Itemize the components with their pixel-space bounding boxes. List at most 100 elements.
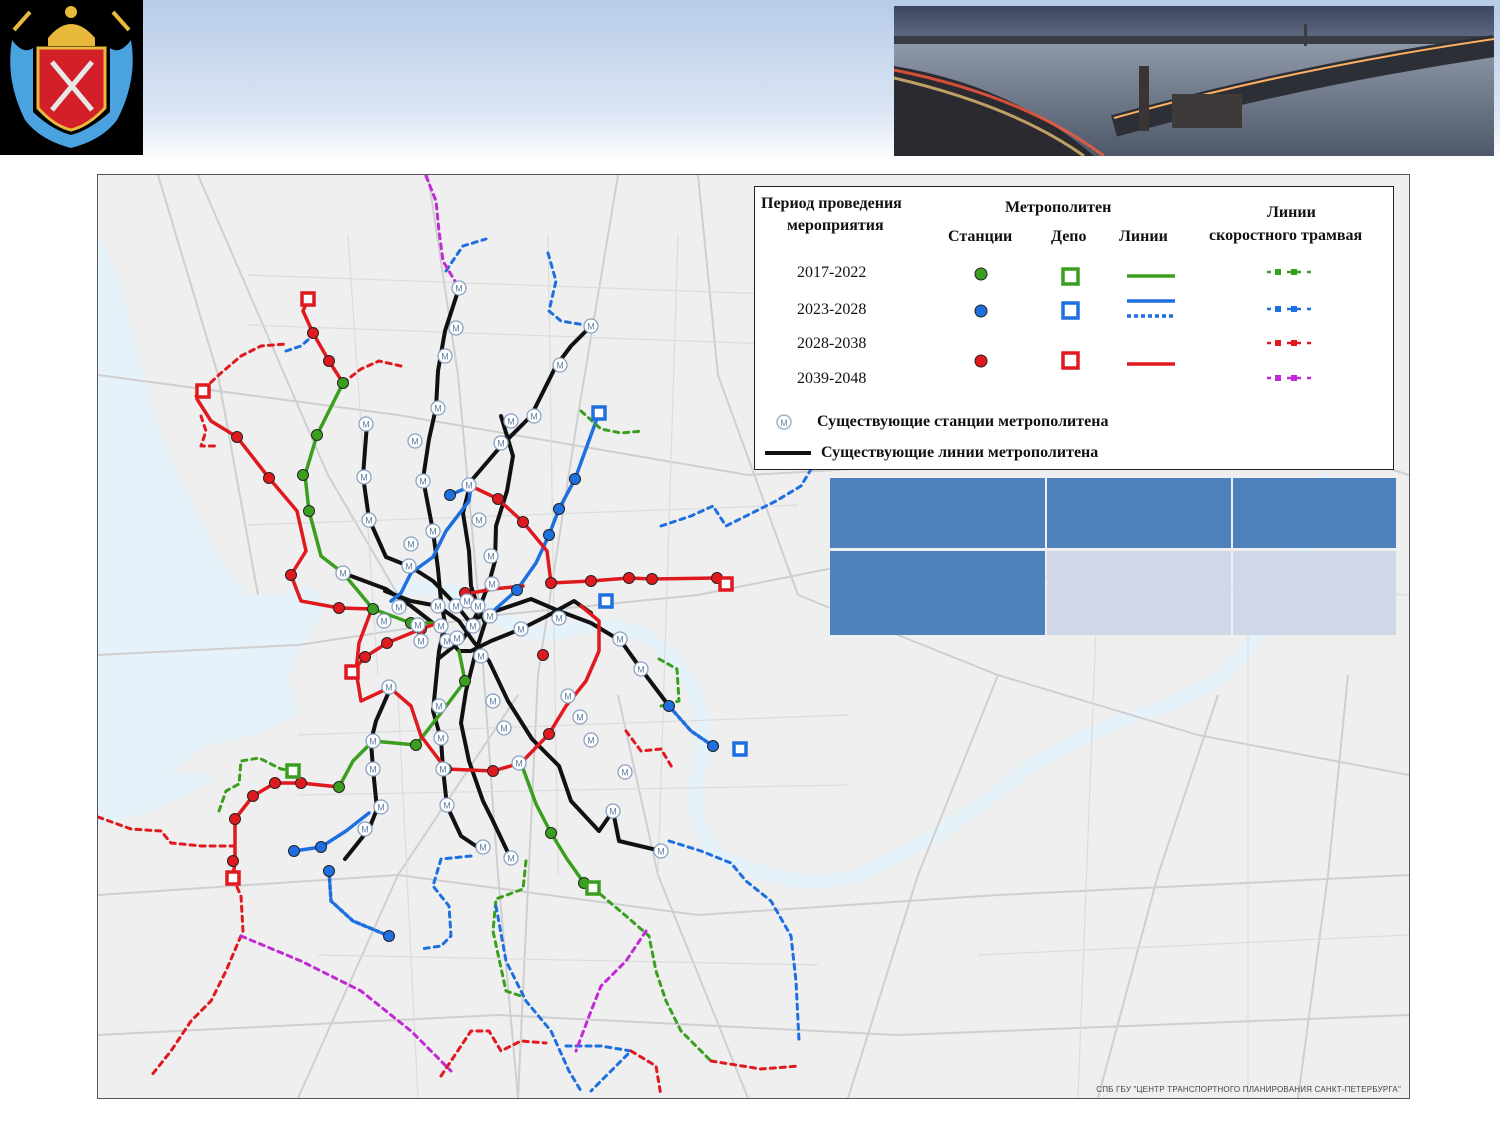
tram-2017-sample [1267, 269, 1315, 275]
station-2017 [311, 429, 323, 441]
metro-station-icon: M [410, 617, 426, 633]
metro-station-icon: M [483, 548, 499, 564]
svg-text:M: M [564, 692, 572, 702]
svg-text:M: M [437, 622, 445, 632]
svg-text:M: M [515, 759, 523, 769]
depot-2017 [285, 763, 301, 779]
svg-text:M: M [405, 562, 413, 572]
metro-station-icon: M [612, 631, 628, 647]
metro-station-icon: M [493, 435, 509, 451]
svg-text:M: M [530, 412, 538, 422]
station-2028 [323, 355, 335, 367]
station-2017 [545, 827, 557, 839]
metro-station-icon: M [415, 473, 431, 489]
svg-text:M: M [437, 734, 445, 744]
metro-station-icon: M [407, 433, 423, 449]
station-2028 [381, 637, 393, 649]
depot-2028 [195, 383, 211, 399]
depot-2023-marker [1061, 301, 1080, 320]
tram-line-2023-a [546, 251, 593, 328]
svg-text:M: M [780, 418, 788, 428]
metro-station-icon: M [381, 679, 397, 695]
station-2028 [487, 765, 499, 777]
svg-text:M: M [556, 361, 564, 371]
station-2023 [569, 473, 581, 485]
station-2028 [646, 573, 658, 585]
metro-station-icon: M [465, 618, 481, 634]
station-2017 [297, 469, 309, 481]
svg-text:M: M [616, 635, 624, 645]
city-photo [894, 6, 1494, 156]
metro-station-icon: M [583, 732, 599, 748]
svg-text:M: M [439, 765, 447, 775]
svg-text:M: M [453, 634, 461, 644]
svg-text:M: M [365, 516, 373, 526]
svg-text:M: M [361, 825, 369, 835]
station-2028 [492, 493, 504, 505]
svg-text:M: M [435, 702, 443, 712]
svg-text:M: M [500, 724, 508, 734]
table-row-cell-2 [1047, 551, 1231, 635]
metro-station-icon: M [485, 693, 501, 709]
metro-station-icon: M [448, 320, 464, 336]
station-2017 [459, 675, 471, 687]
svg-text:M: M [434, 602, 442, 612]
svg-text:M: M [441, 352, 449, 362]
svg-text:M: M [360, 473, 368, 483]
station-2028 [307, 327, 319, 339]
station-2028 [229, 813, 241, 825]
svg-text:M: M [455, 284, 463, 294]
tram-2023-sample [1267, 306, 1315, 312]
table-row-cell-3 [1233, 551, 1396, 635]
svg-text:M: M [555, 614, 563, 624]
svg-text:M: M [487, 552, 495, 562]
svg-text:M: M [587, 736, 595, 746]
svg-text:M: M [417, 637, 425, 647]
svg-text:M: M [452, 324, 460, 334]
tram-line-2028-f [439, 1029, 548, 1078]
svg-text:M: M [419, 477, 427, 487]
svg-text:M: M [657, 847, 665, 857]
svg-text:M: M [414, 621, 422, 631]
tram-line-2023-c [284, 337, 311, 353]
svg-text:M: M [452, 602, 460, 612]
svg-text:M: M [369, 765, 377, 775]
depot-2028-marker [1061, 351, 1080, 370]
svg-text:M: M [507, 854, 515, 864]
depot-2017 [585, 880, 601, 896]
metro-station-icon: M [430, 598, 446, 614]
metro-station-icon: M [461, 477, 477, 493]
metro-station-icon: M [437, 348, 453, 364]
svg-text:M: M [434, 404, 442, 414]
station-2028 [359, 651, 371, 663]
metro-station-icon: M [572, 709, 588, 725]
svg-text:M: M [507, 417, 515, 427]
svg-text:M: M [489, 697, 497, 707]
svg-text:M: M [429, 527, 437, 537]
tram-line-2023-h [564, 1044, 633, 1093]
metro-station-icon: M [617, 764, 633, 780]
station-2028 [247, 790, 259, 802]
station-2017-marker [974, 267, 988, 281]
svg-text:M: M [609, 807, 617, 817]
metro-station-icon: M [451, 280, 467, 296]
svg-text:M: M [475, 516, 483, 526]
svg-text:M: M [411, 437, 419, 447]
station-2017 [367, 603, 379, 615]
metro-station-icon: M [583, 318, 599, 334]
metro-station-icon: M [605, 803, 621, 819]
station-2023 [383, 930, 395, 942]
metro-station-icon: M [496, 720, 512, 736]
metro-station-icon: M [435, 761, 451, 777]
map-legend: Период проведения мероприятия Метрополит… [754, 186, 1394, 470]
tram-line-2023-d [659, 464, 815, 528]
metro-station-icon: M [358, 416, 374, 432]
depot-2028 [344, 664, 360, 680]
station-2023 [323, 865, 335, 877]
metro-station-icon: M [431, 698, 447, 714]
svg-text:M: M [488, 580, 496, 590]
svg-text:M: M [477, 652, 485, 662]
station-2017 [337, 377, 349, 389]
station-2023 [288, 845, 300, 857]
svg-text:M: M [443, 801, 451, 811]
